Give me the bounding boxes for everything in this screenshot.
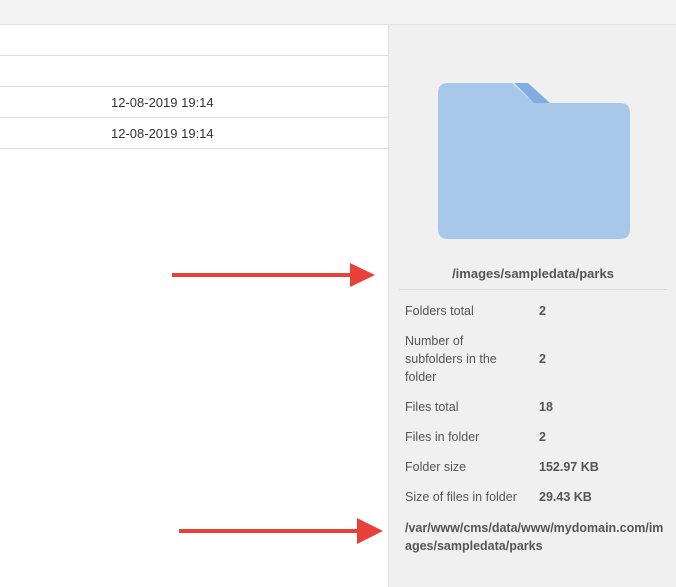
property-row: Number of subfolders in the folder 2: [405, 332, 665, 386]
modified-date: 12-08-2019 19:14: [111, 95, 214, 110]
property-value: 2: [539, 304, 546, 318]
folder-path-title: /images/sampledata/parks: [452, 266, 614, 281]
details-panel: /images/sampledata/parks Folders total 2…: [388, 25, 676, 587]
file-list: 12-08-2019 19:14 12-08-2019 19:14: [0, 25, 388, 149]
divider: [399, 289, 667, 290]
property-label: Size of files in folder: [405, 490, 517, 504]
property-value: 18: [539, 400, 553, 414]
table-row[interactable]: [0, 25, 388, 56]
arrow-icon: [179, 518, 383, 544]
folder-properties: Folders total 2 Number of subfolders in …: [405, 302, 665, 518]
property-row: Size of files in folder 29.43 KB: [405, 488, 665, 506]
folder-full-path: /var/www/cms/data/www/mydomain.com/image…: [405, 521, 664, 553]
property-label: Number of subfolders in the folder: [405, 334, 497, 384]
table-row[interactable]: [0, 56, 388, 87]
property-value: 152.97 KB: [539, 460, 599, 474]
arrow-icon: [172, 263, 375, 287]
modified-date: 12-08-2019 19:14: [111, 126, 214, 141]
property-value: 29.43 KB: [539, 490, 592, 504]
property-label: Files in folder: [405, 430, 480, 444]
property-value: 2: [539, 352, 546, 366]
table-row[interactable]: 12-08-2019 19:14: [0, 118, 388, 149]
property-row: Files total 18: [405, 398, 665, 416]
table-row[interactable]: 12-08-2019 19:14: [0, 87, 388, 118]
property-value: 2: [539, 430, 546, 444]
property-row: Folder size 152.97 KB: [405, 458, 665, 476]
property-row: Files in folder 2: [405, 428, 665, 446]
property-label: Folder size: [405, 460, 467, 474]
folder-icon: [438, 83, 630, 239]
property-row: Folders total 2: [405, 302, 665, 320]
property-label: Files total: [405, 400, 459, 414]
toolbar: [0, 0, 676, 25]
property-label: Folders total: [405, 304, 474, 318]
